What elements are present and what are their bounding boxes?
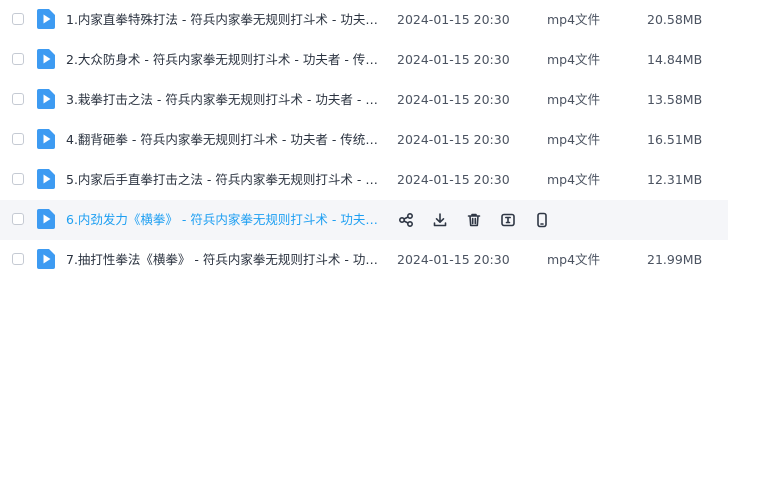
- file-row-hovered[interactable]: 6.内劲发力《横拳》 - 符兵内家拳无规则打斗术 - 功夫者 - 传统武术: [0, 200, 728, 240]
- file-date: 2024-01-15 20:30: [397, 252, 510, 267]
- row-checkbox[interactable]: [12, 13, 24, 25]
- file-date: 2024-01-15 20:30: [397, 132, 510, 147]
- file-type: mp4文件: [547, 132, 601, 147]
- file-date: 2024-01-15 20:30: [397, 92, 510, 107]
- file-name[interactable]: 4.翻背砸拳 - 符兵内家拳无规则打斗术 - 功夫者 - 传统武术: [66, 120, 382, 160]
- file-row[interactable]: 4.翻背砸拳 - 符兵内家拳无规则打斗术 - 功夫者 - 传统武术 2024-0…: [0, 120, 728, 160]
- row-checkbox[interactable]: [12, 213, 24, 225]
- file-type: mp4文件: [547, 172, 601, 187]
- video-file-icon: [37, 169, 55, 189]
- file-name[interactable]: 6.内劲发力《横拳》 - 符兵内家拳无规则打斗术 - 功夫者 - 传统武术: [66, 200, 382, 240]
- file-name[interactable]: 7.抽打性拳法《横拳》 - 符兵内家拳无规则打斗术 - 功夫者 - 传统武术: [66, 240, 382, 280]
- video-file-icon: [37, 89, 55, 109]
- file-row[interactable]: 5.内家后手直拳打击之法 - 符兵内家拳无规则打斗术 - 功夫者 - 传统武术 …: [0, 160, 728, 200]
- file-size: 14.84MB: [647, 52, 703, 67]
- video-file-icon: [37, 129, 55, 149]
- video-file-icon: [37, 249, 55, 269]
- file-date: 2024-01-15 20:30: [397, 12, 510, 27]
- file-name[interactable]: 1.内家直拳特殊打法 - 符兵内家拳无规则打斗术 - 功夫者 - 传统武术: [66, 0, 382, 40]
- mobile-icon[interactable]: [532, 210, 552, 230]
- row-checkbox[interactable]: [12, 93, 24, 105]
- file-date: 2024-01-15 20:30: [397, 172, 510, 187]
- file-type: mp4文件: [547, 12, 601, 27]
- share-icon[interactable]: [396, 210, 416, 230]
- row-checkbox[interactable]: [12, 53, 24, 65]
- file-size: 20.58MB: [647, 12, 703, 27]
- row-checkbox[interactable]: [12, 133, 24, 145]
- download-icon[interactable]: [430, 210, 450, 230]
- file-name[interactable]: 3.栽拳打击之法 - 符兵内家拳无规则打斗术 - 功夫者 - 传统武术: [66, 80, 382, 120]
- video-file-icon: [37, 209, 55, 229]
- file-name[interactable]: 2.大众防身术 - 符兵内家拳无规则打斗术 - 功夫者 - 传统武术: [66, 40, 382, 80]
- file-type: mp4文件: [547, 52, 601, 67]
- file-row[interactable]: 2.大众防身术 - 符兵内家拳无规则打斗术 - 功夫者 - 传统武术 2024-…: [0, 40, 728, 80]
- video-file-icon: [37, 9, 55, 29]
- file-row[interactable]: 3.栽拳打击之法 - 符兵内家拳无规则打斗术 - 功夫者 - 传统武术 2024…: [0, 80, 728, 120]
- file-type: mp4文件: [547, 92, 601, 107]
- file-row[interactable]: 7.抽打性拳法《横拳》 - 符兵内家拳无规则打斗术 - 功夫者 - 传统武术 2…: [0, 240, 728, 280]
- rename-icon[interactable]: [498, 210, 518, 230]
- row-checkbox[interactable]: [12, 173, 24, 185]
- file-date: 2024-01-15 20:30: [397, 52, 510, 67]
- file-size: 13.58MB: [647, 92, 703, 107]
- delete-icon[interactable]: [464, 210, 484, 230]
- file-size: 21.99MB: [647, 252, 703, 267]
- file-row[interactable]: 1.内家直拳特殊打法 - 符兵内家拳无规则打斗术 - 功夫者 - 传统武术 20…: [0, 0, 728, 40]
- row-actions: [396, 210, 566, 230]
- file-type: mp4文件: [547, 252, 601, 267]
- video-file-icon: [37, 49, 55, 69]
- file-list: 1.内家直拳特殊打法 - 符兵内家拳无规则打斗术 - 功夫者 - 传统武术 20…: [0, 0, 728, 280]
- file-size: 12.31MB: [647, 172, 703, 187]
- row-checkbox[interactable]: [12, 253, 24, 265]
- file-size: 16.51MB: [647, 132, 703, 147]
- file-name[interactable]: 5.内家后手直拳打击之法 - 符兵内家拳无规则打斗术 - 功夫者 - 传统武术: [66, 160, 382, 200]
